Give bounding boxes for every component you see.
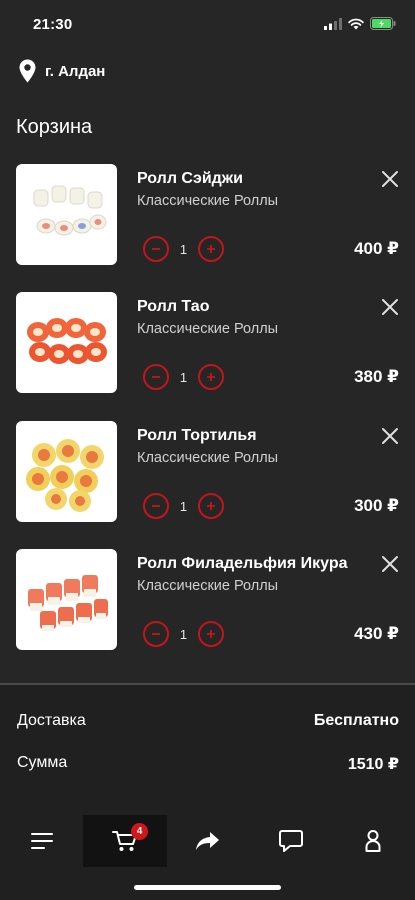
item-price: 400 ₽ — [354, 239, 399, 258]
close-icon — [382, 428, 398, 444]
nav-chat[interactable] — [259, 815, 323, 867]
decrease-button[interactable] — [143, 493, 169, 519]
bottom-nav: 4 — [0, 815, 415, 870]
cart-item: Ролл Тортилья Классические Роллы 1 300 ₽ — [0, 421, 415, 525]
product-image — [16, 164, 117, 265]
increase-button[interactable] — [198, 493, 224, 519]
status-time: 21:30 — [33, 16, 73, 33]
increase-button[interactable] — [198, 364, 224, 390]
item-category: Классические Роллы — [137, 578, 279, 594]
quantity-value: 1 — [179, 498, 188, 514]
quantity-value: 1 — [179, 241, 188, 257]
remove-item-button[interactable] — [379, 425, 401, 447]
item-name: Ролл Филадельфия Икура — [137, 555, 348, 572]
plus-icon — [207, 502, 215, 510]
signal-icon — [324, 17, 342, 30]
location-pin-icon — [19, 59, 36, 83]
decrease-button[interactable] — [143, 364, 169, 390]
menu-icon — [31, 833, 53, 849]
nav-profile[interactable] — [341, 815, 405, 867]
quantity-stepper: 1 — [143, 236, 224, 262]
minus-icon — [152, 376, 160, 378]
plus-icon — [207, 630, 215, 638]
close-icon — [382, 171, 398, 187]
minus-icon — [152, 248, 160, 250]
item-price: 300 ₽ — [354, 496, 399, 515]
home-indicator — [134, 885, 281, 890]
nav-menu[interactable] — [10, 815, 74, 867]
item-price: 430 ₽ — [354, 624, 399, 643]
wifi-icon — [348, 18, 364, 29]
remove-item-button[interactable] — [379, 296, 401, 318]
quantity-value: 1 — [179, 626, 188, 642]
nav-cart[interactable]: 4 — [83, 815, 167, 867]
page-title: Корзина — [16, 116, 93, 138]
quantity-stepper: 1 — [143, 621, 224, 647]
profile-icon — [365, 830, 381, 852]
close-icon — [382, 299, 398, 315]
nav-share[interactable] — [176, 815, 240, 867]
battery-icon — [370, 17, 396, 30]
quantity-stepper: 1 — [143, 493, 224, 519]
chat-icon — [279, 830, 303, 852]
cart-item: Ролл Сэйджи Классические Роллы 1 400 ₽ — [0, 164, 415, 268]
cart-badge: 4 — [131, 823, 148, 840]
remove-item-button[interactable] — [379, 553, 401, 575]
product-image — [16, 421, 117, 522]
minus-icon — [152, 633, 160, 635]
status-bar: 21:30 — [0, 0, 415, 50]
item-category: Классические Роллы — [137, 450, 279, 466]
minus-icon — [152, 505, 160, 507]
total-row: Сумма 1510 ₽ — [17, 754, 399, 774]
location-city: г. Алдан — [45, 62, 106, 80]
item-price: 380 ₽ — [354, 367, 399, 386]
cart-item: Ролл Тао Классические Роллы 1 380 ₽ — [0, 292, 415, 396]
item-category: Классические Роллы — [137, 321, 279, 337]
increase-button[interactable] — [198, 621, 224, 647]
plus-icon — [207, 245, 215, 253]
share-icon — [196, 832, 219, 850]
location-selector[interactable]: г. Алдан — [19, 57, 105, 85]
item-name: Ролл Сэйджи — [137, 170, 243, 187]
close-icon — [382, 556, 398, 572]
item-name: Ролл Тортилья — [137, 427, 257, 444]
remove-item-button[interactable] — [379, 168, 401, 190]
plus-icon — [207, 373, 215, 381]
cart-item: Ролл Филадельфия Икура Классические Ролл… — [0, 549, 415, 653]
delivery-row: Доставка Бесплатно — [17, 712, 399, 730]
total-value: 1510 ₽ — [347, 756, 399, 773]
increase-button[interactable] — [198, 236, 224, 262]
quantity-value: 1 — [179, 369, 188, 385]
item-name: Ролл Тао — [137, 298, 210, 315]
product-image — [16, 292, 117, 393]
decrease-button[interactable] — [143, 236, 169, 262]
status-icons — [324, 17, 397, 30]
item-category: Классические Роллы — [137, 193, 279, 209]
quantity-stepper: 1 — [143, 364, 224, 390]
delivery-label: Доставка — [17, 712, 86, 729]
decrease-button[interactable] — [143, 621, 169, 647]
delivery-value: Бесплатно — [313, 712, 399, 729]
total-label: Сумма — [17, 754, 68, 771]
product-image — [16, 549, 117, 650]
